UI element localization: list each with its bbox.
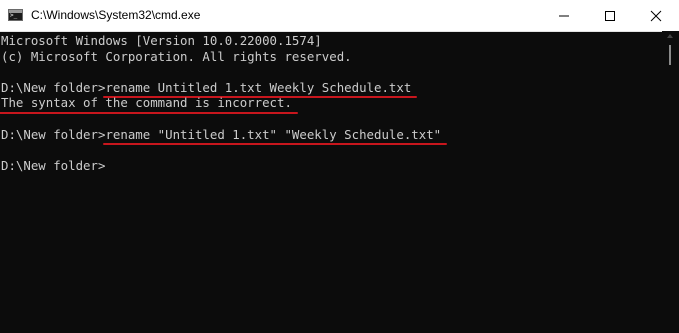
console-line: Microsoft Windows [Version 10.0.22000.15… <box>0 33 662 49</box>
prompt: D:\New folder> <box>1 79 106 95</box>
close-button[interactable] <box>633 0 679 31</box>
scrollbar-thumb[interactable] <box>669 45 671 65</box>
underlined-command: rename Untitled 1.txt Weekly Schedule.tx… <box>103 79 418 98</box>
close-icon <box>650 10 662 22</box>
console-text: Microsoft Windows [Version 10.0.22000.15… <box>1 33 322 48</box>
minimize-button[interactable] <box>541 0 587 31</box>
cmd-window: C:\Windows\System32\cmd.exe Microsoft Wi… <box>0 0 679 331</box>
minimize-icon <box>559 15 569 17</box>
console-line: D:\New folder>rename Untitled 1.txt Week… <box>0 79 662 98</box>
console-line: The syntax of the command is incorrect. <box>0 95 662 114</box>
console-output[interactable]: Microsoft Windows [Version 10.0.22000.15… <box>0 31 662 333</box>
error-message: The syntax of the command is incorrect. <box>0 95 298 114</box>
maximize-button[interactable] <box>587 0 633 31</box>
maximize-icon <box>605 11 615 21</box>
console-text: (c) Microsoft Corporation. All rights re… <box>1 48 352 64</box>
prompt: D:\New folder> <box>1 126 106 142</box>
prompt: D:\New folder> <box>1 157 106 173</box>
console-line: (c) Microsoft Corporation. All rights re… <box>0 49 662 65</box>
console-line: D:\New folder>rename "Untitled 1.txt" "W… <box>0 126 662 145</box>
title-bar[interactable]: C:\Windows\System32\cmd.exe <box>0 0 679 32</box>
console-line: D:\New folder> <box>0 158 662 174</box>
scroll-up-icon[interactable] <box>667 34 673 38</box>
cmd-icon[interactable] <box>8 9 23 21</box>
underlined-command: rename "Untitled 1.txt" "Weekly Schedule… <box>103 126 447 145</box>
window-title: C:\Windows\System32\cmd.exe <box>31 8 201 22</box>
vertical-scrollbar[interactable] <box>662 31 679 331</box>
